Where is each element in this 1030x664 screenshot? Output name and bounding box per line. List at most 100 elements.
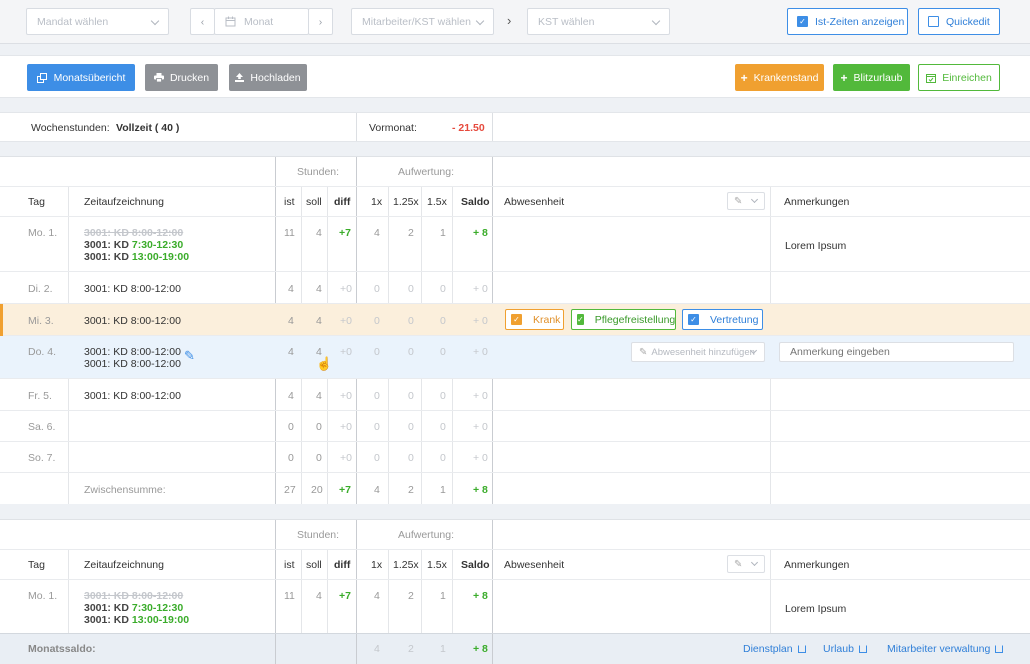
sick-leave-button[interactable]: + Krankenstand: [735, 64, 824, 91]
pencil-icon[interactable]: ✎: [184, 348, 195, 364]
next-month-button[interactable]: ›: [308, 8, 333, 35]
saldo-value: + 0: [473, 315, 488, 327]
pencil-icon: ✎: [639, 346, 648, 358]
diff-value: +7: [339, 227, 351, 239]
time-entry-deleted[interactable]: 3001: KD 8:00-12:00: [84, 227, 183, 239]
table-row-selected[interactable]: Do. 4. 3001: KD 8:00-12:00 3001: KD 8:00…: [0, 336, 1030, 379]
print-label: Drucken: [169, 71, 210, 84]
employee-select[interactable]: Mitarbeiter/KST wählen: [351, 8, 494, 35]
mitarbeiter-link[interactable]: Mitarbeiter verwaltung: [887, 643, 1004, 655]
day-label: Mo. 1.: [28, 227, 58, 239]
chevron-down-icon: [750, 195, 759, 204]
previous-month-label: Vormonat:: [369, 122, 417, 134]
col-abwesenheit: Abwesenheit: [504, 559, 565, 571]
time-entry[interactable]: 3001: KD 8:00-12:00: [84, 346, 181, 358]
time-entry-deleted[interactable]: 3001: KD 8:00-12:00: [84, 590, 183, 602]
checkbox-checked-icon: ✓: [688, 314, 699, 325]
diff-value: +0: [340, 452, 352, 464]
kst-select[interactable]: KST wählen: [527, 8, 670, 35]
time-entry[interactable]: 3001: KD 8:00-12:00: [84, 315, 181, 327]
col-diff: diff: [334, 196, 351, 208]
absence-tag-krank[interactable]: ✓ Krank: [505, 309, 564, 330]
bulk-edit-dropdown[interactable]: ✎: [727, 192, 765, 210]
table-row[interactable]: Mo. 1. 3001: KD 8:00-12:00 3001: KD 7:30…: [0, 580, 1030, 634]
ist-value: 4: [288, 346, 294, 358]
soll-value: 4: [316, 390, 322, 402]
table-row-highlighted[interactable]: Mi. 3. 3001: KD 8:00-12:00 4 4 +0 0 0 0 …: [0, 304, 1030, 336]
divider: [275, 634, 276, 664]
ist-zeiten-toggle[interactable]: ✓ Ist-Zeiten anzeigen: [787, 8, 908, 35]
soll-value: 0: [316, 452, 322, 464]
saldo-total: + 8: [473, 484, 488, 496]
time-entry[interactable]: 3001: KD 13:00-19:00: [84, 251, 189, 263]
month-overview-button[interactable]: Monatsübericht: [27, 64, 135, 91]
upload-label: Hochladen: [250, 71, 301, 84]
quickedit-toggle[interactable]: Quickedit: [918, 8, 1000, 35]
absence-tag-vertretung[interactable]: ✓ Vertretung: [682, 309, 763, 330]
time-entry[interactable]: 3001: KD 8:00-12:00: [84, 358, 181, 370]
aufwertung-15x-total: 1: [440, 484, 446, 496]
submit-button[interactable]: Einreichen: [918, 64, 1000, 91]
ist-value: 0: [288, 421, 294, 433]
bulk-edit-dropdown[interactable]: ✎: [727, 555, 765, 573]
aufwertung-1x: 0: [374, 421, 380, 433]
chevron-down-icon: [750, 558, 759, 567]
table-row[interactable]: Di. 2. 3001: KD 8:00-12:00 4 4 +0 0 0 0 …: [0, 272, 1030, 304]
time-entry[interactable]: 3001: KD 8:00-12:00: [84, 390, 181, 402]
pointer-cursor-icon: ☝: [316, 356, 333, 371]
col-15x: 1.5x: [427, 196, 447, 208]
note-input[interactable]: [779, 342, 1014, 362]
mandant-select[interactable]: Mandat wählen: [26, 8, 169, 35]
diff-value: +0: [340, 390, 352, 402]
ist-value: 0: [288, 452, 294, 464]
week-table: Stunden: Aufwertung: Tag Zeitaufzeichnun…: [0, 519, 1030, 633]
soll-value: 4: [316, 315, 322, 327]
time-entry[interactable]: 3001: KD 7:30-12:30: [84, 239, 183, 251]
diff-value: +7: [339, 590, 351, 602]
absence-tag-pflege[interactable]: ✓ Pflegefreistellung: [571, 309, 676, 330]
aufwertung-1x: 0: [374, 315, 380, 327]
col-abwesenheit: Abwesenheit: [504, 196, 565, 208]
table-row[interactable]: So. 7. 0 0 +0 0 0 0 + 0: [0, 442, 1030, 473]
col-1x: 1x: [371, 196, 383, 208]
diff-value: +0: [340, 421, 352, 433]
time-entry-time: 13:00-19:00: [131, 251, 190, 263]
dienstplan-link[interactable]: Dienstplan: [743, 643, 806, 655]
col-tag: Tag: [28, 559, 45, 571]
aufwertung-125x: 2: [408, 227, 414, 239]
month-select[interactable]: Monat: [214, 8, 309, 35]
group-stunden: Stunden:: [297, 166, 340, 178]
diff-value: +0: [340, 315, 352, 327]
col-anmerkungen: Anmerkungen: [784, 196, 850, 208]
absence-tag-label: Krank: [533, 313, 561, 326]
time-entry[interactable]: 3001: KD 13:00-19:00: [84, 614, 189, 626]
flash-vacation-button[interactable]: + Blitzurlaub: [833, 64, 910, 91]
urlaub-link[interactable]: Urlaub: [823, 643, 867, 655]
aufwertung-125x-total: 2: [408, 643, 414, 655]
note-text[interactable]: Lorem Ipsum: [785, 240, 846, 252]
prev-month-button[interactable]: ‹: [190, 8, 215, 35]
day-label: Mo. 1.: [28, 590, 58, 602]
table-row[interactable]: Sa. 6. 0 0 +0 0 0 0 + 0: [0, 411, 1030, 442]
group-stunden: Stunden:: [297, 529, 340, 541]
subtotal-row: Zwischensumme: 27 20 +7 4 2 1 + 8: [0, 473, 1030, 505]
chevron-right-icon: ›: [318, 15, 323, 28]
divider: [356, 634, 357, 664]
month-select-value: Monat: [244, 15, 274, 28]
printer-icon: [153, 73, 164, 82]
divider: [492, 113, 493, 141]
time-entry-time: 7:30-12:30: [131, 239, 184, 251]
flash-vacation-label: Blitzurlaub: [853, 71, 903, 84]
time-entry[interactable]: 3001: KD 7:30-12:30: [84, 602, 183, 614]
note-text[interactable]: Lorem Ipsum: [785, 603, 846, 615]
time-entry[interactable]: 3001: KD 8:00-12:00: [84, 283, 181, 295]
table-row[interactable]: Fr. 5. 3001: KD 8:00-12:00 4 4 +0 0 0 0 …: [0, 379, 1030, 411]
aufwertung-15x: 0: [440, 421, 446, 433]
table-row[interactable]: Mo. 1. 3001: KD 8:00-12:00 3001: KD 7:30…: [0, 217, 1030, 272]
upload-button[interactable]: Hochladen: [229, 64, 307, 91]
day-label: Fr. 5.: [28, 390, 52, 402]
group-aufwertung: Aufwertung:: [398, 166, 455, 178]
calendar-check-icon: [926, 73, 937, 83]
print-button[interactable]: Drucken: [145, 64, 218, 91]
absence-add-dropdown[interactable]: ✎ Abwesenheit hinzufügen: [631, 342, 765, 362]
